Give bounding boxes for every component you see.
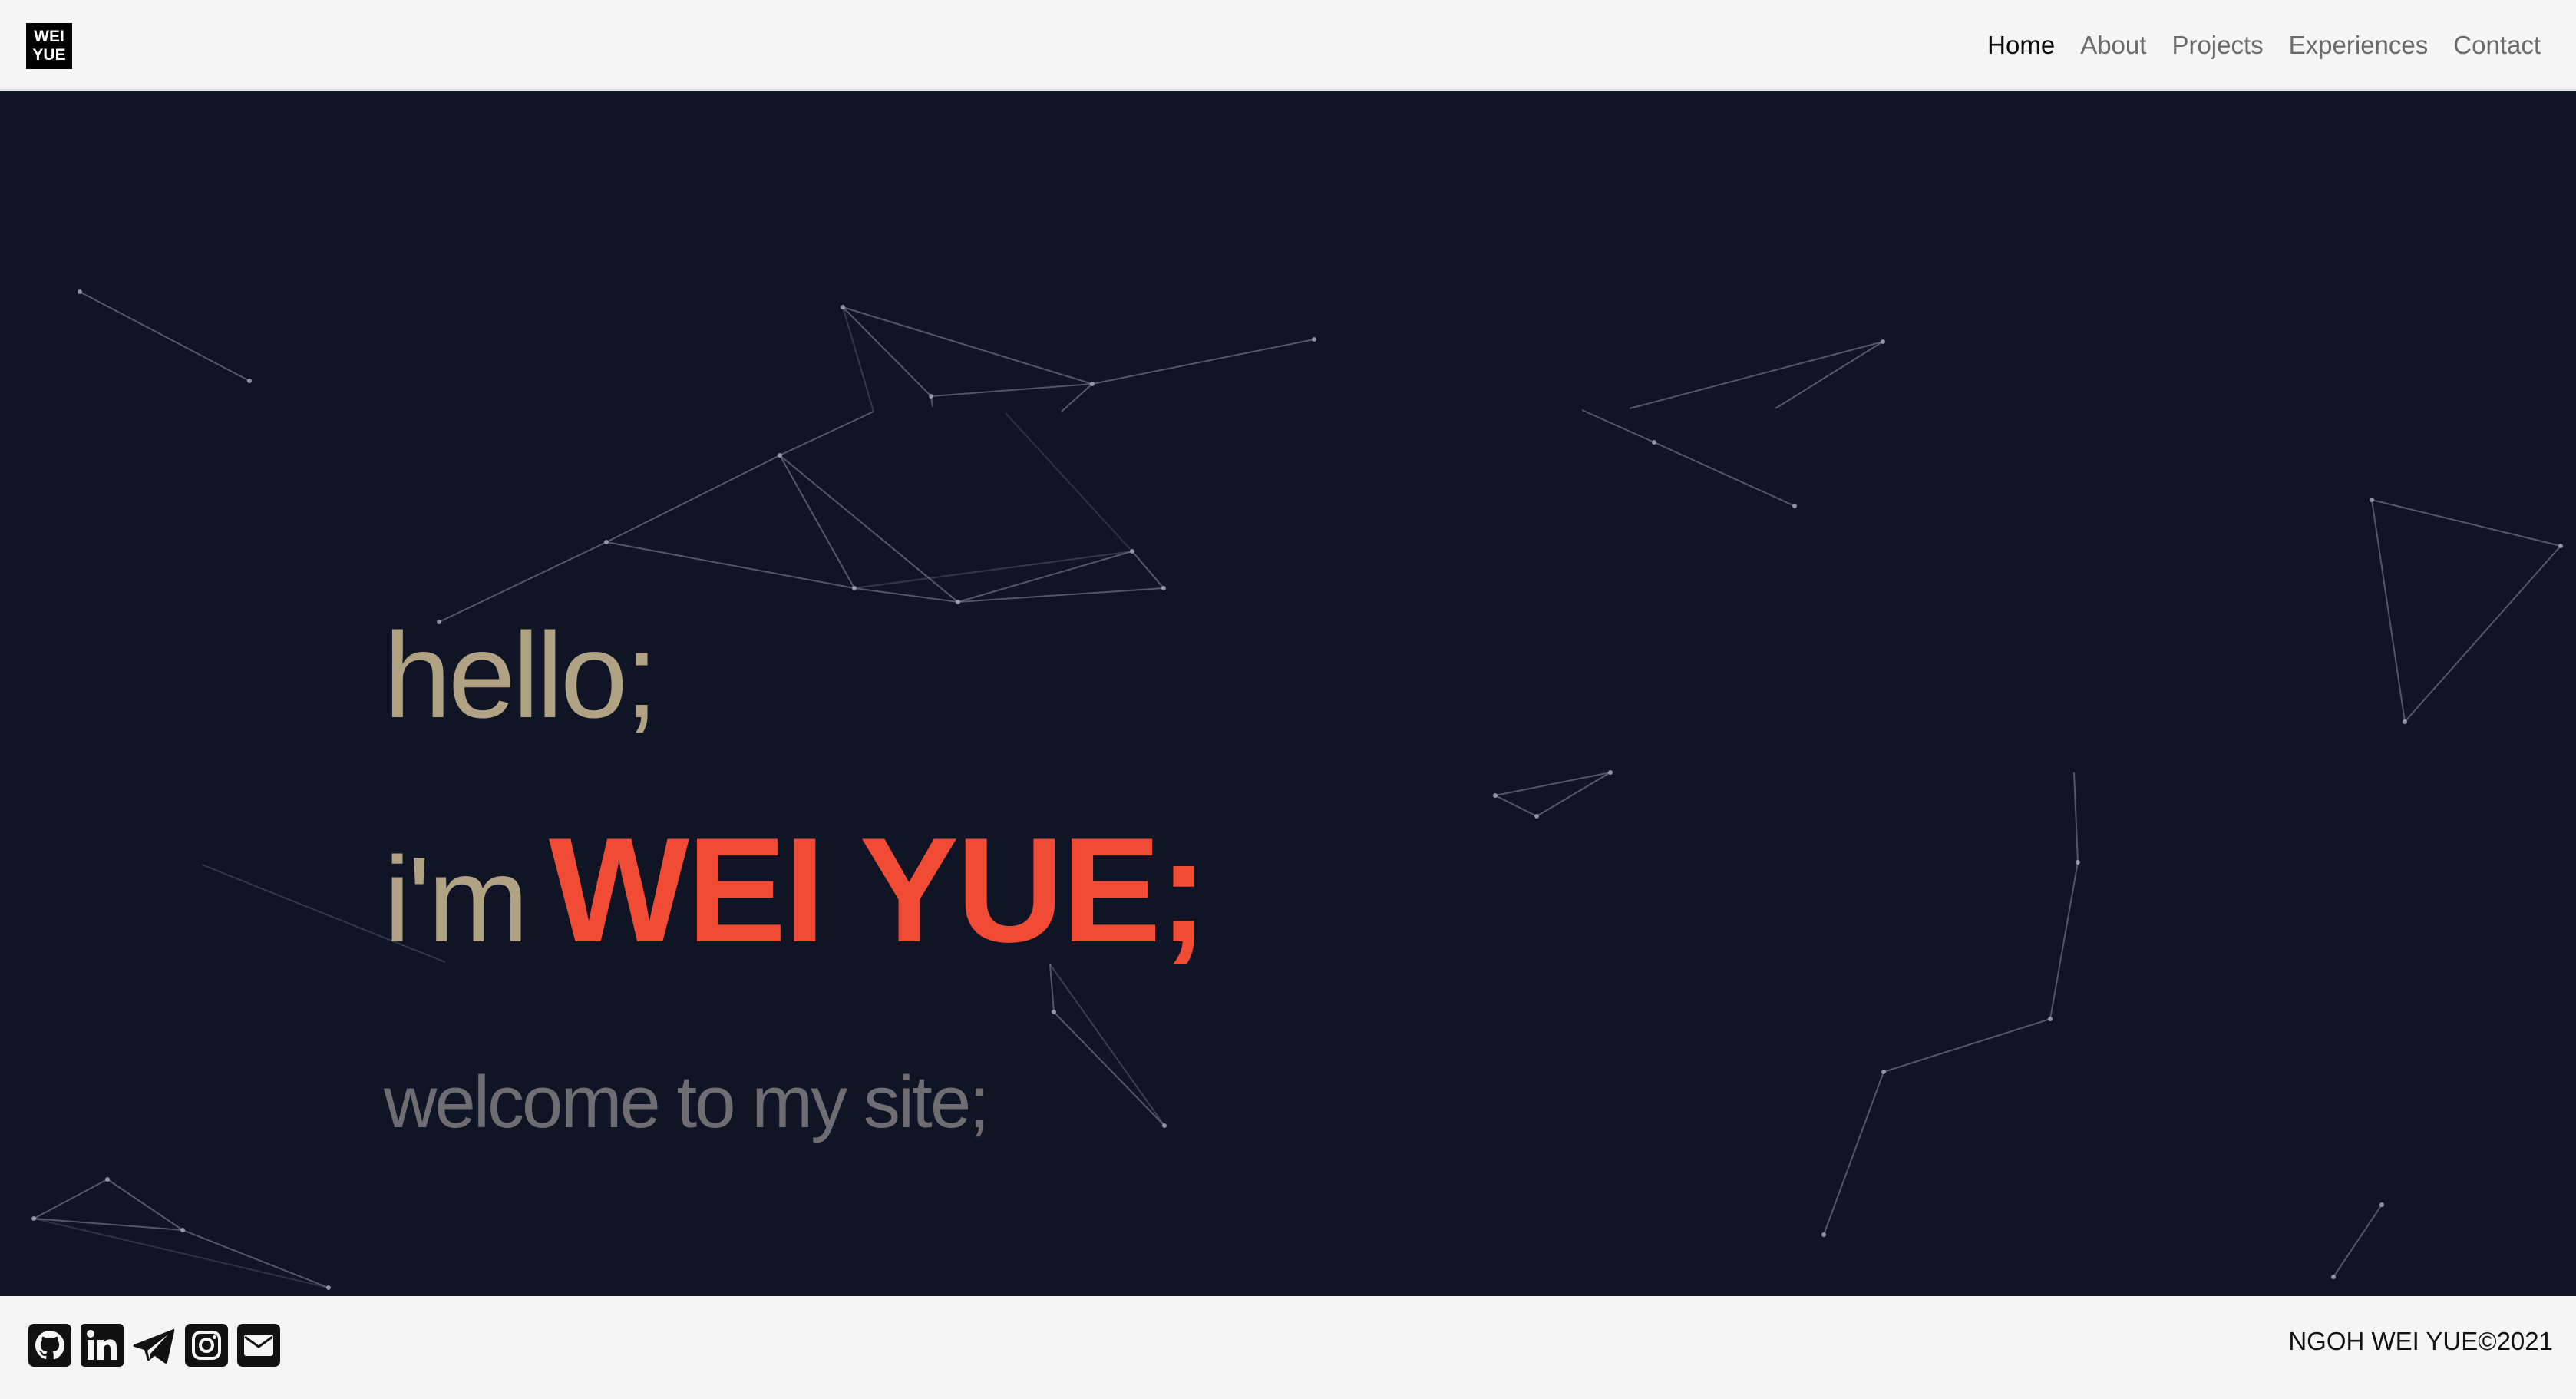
logo-line-1: WEI [34, 28, 64, 45]
social-links [28, 1323, 281, 1368]
intro-heading: i'm WEI YUE; [384, 816, 1208, 967]
logo-line-2: YUE [32, 46, 66, 64]
telegram-link[interactable] [132, 1323, 177, 1368]
nav-link-home[interactable]: Home [1987, 31, 2055, 60]
top-navbar: WEI YUE Home About Projects Experiences … [0, 0, 2576, 91]
nav-link-projects[interactable]: Projects [2171, 31, 2263, 60]
hero-section: hello; i'm WEI YUE; welcome to my site; [0, 91, 2576, 1296]
nav-link-experiences[interactable]: Experiences [2289, 31, 2429, 60]
linkedin-icon [81, 1324, 124, 1367]
github-icon [28, 1324, 71, 1367]
site-logo[interactable]: WEI YUE [26, 23, 72, 69]
intro-prefix: i'm [384, 832, 529, 967]
instagram-icon [185, 1324, 228, 1367]
hero-name: WEI YUE; [548, 807, 1208, 974]
telegram-icon [133, 1328, 175, 1364]
page-footer: NGOH WEI YUE©2021 [0, 1296, 2576, 1399]
email-link[interactable] [236, 1323, 281, 1368]
nav-link-about[interactable]: About [2080, 31, 2146, 60]
greeting-heading: hello; [384, 608, 659, 743]
linkedin-link[interactable] [80, 1323, 124, 1368]
copyright-text: NGOH WEI YUE©2021 [2288, 1327, 2553, 1355]
tagline: welcome to my site; [384, 1061, 989, 1143]
nav-link-contact[interactable]: Contact [2453, 31, 2541, 60]
github-link[interactable] [28, 1323, 72, 1368]
email-icon [237, 1324, 280, 1367]
instagram-link[interactable] [184, 1323, 229, 1368]
main-nav: Home About Projects Experiences Contact [1987, 0, 2541, 91]
